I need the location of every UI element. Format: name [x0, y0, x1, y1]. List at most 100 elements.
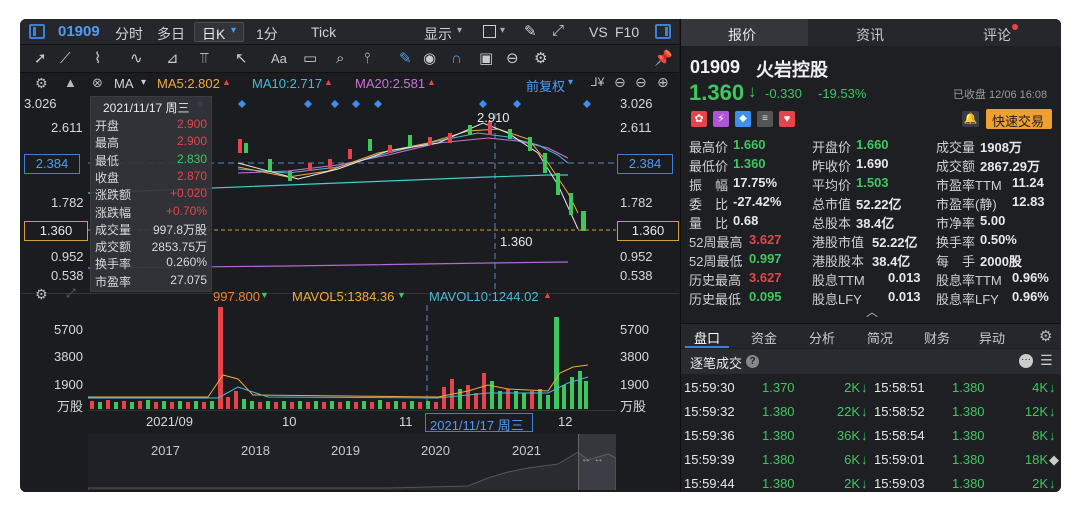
quote-value: 0.50%: [980, 232, 1017, 247]
chart-settings-icon[interactable]: ⚙: [35, 75, 48, 92]
quote-value: 0.095: [749, 289, 782, 304]
down-arrow-icon: ↓: [1049, 380, 1056, 395]
time-navigator[interactable]: 2017 2018 2019 2020 2021 ↔ ↔: [88, 434, 616, 490]
comment-icon[interactable]: ▭: [303, 45, 317, 73]
settings-icon[interactable]: ⚙: [1039, 327, 1052, 345]
measure-tool-icon[interactable]: ⫪: [200, 45, 208, 73]
lock-icon[interactable]: ∩: [451, 45, 462, 73]
display-menu[interactable]: 显示: [424, 24, 452, 44]
zoom-in-icon[interactable]: ⊖: [635, 74, 647, 91]
eye-icon[interactable]: ◉: [423, 45, 436, 73]
tick-time: 15:59:01: [874, 452, 925, 467]
arrow-tool-icon[interactable]: ↖: [235, 45, 248, 73]
tick-row: 15:59:44 1.380 2K 15:59:03 1.380 2K ↓ ↓: [681, 472, 1061, 492]
tick-time: 15:58:52: [874, 404, 925, 419]
trash-icon[interactable]: ▣: [479, 45, 493, 73]
quote-value: 1.690: [856, 156, 889, 171]
quote-label: 最低价: [689, 159, 729, 174]
tick-volume: 12K: [1024, 404, 1048, 419]
ticks-title: 逐笔成交: [690, 356, 743, 371]
quick-trade-button[interactable]: 快速交易: [986, 109, 1052, 129]
price-change-pct: -19.53%: [818, 86, 867, 101]
tooltip-value: 27.075: [170, 272, 207, 287]
tick-volume: 36K: [836, 428, 860, 443]
price-tick-label-right: 0.952: [620, 249, 653, 264]
down-arrow-icon: ↓: [1049, 476, 1056, 491]
tick-price: 1.380: [952, 452, 985, 467]
brush-icon[interactable]: ✎: [399, 45, 412, 73]
cursor-icon[interactable]: ➚: [34, 45, 47, 73]
fib-tool-icon[interactable]: ⊿: [166, 45, 179, 73]
margin-icon: ⚡: [713, 111, 729, 127]
magnet-icon[interactable]: ⫯: [364, 45, 371, 73]
tick-volume: 2K: [844, 380, 860, 395]
ma5-label: MA5:2.802: [157, 76, 220, 91]
drag-handle-icon[interactable]: ↔ ↔: [581, 454, 604, 465]
tick-price: 1.380: [952, 404, 985, 419]
quote-value: 1908万: [980, 140, 1022, 155]
quote-value: 52.22亿: [872, 235, 918, 250]
subtab-5[interactable]: 异动: [979, 328, 1005, 347]
resize-icon[interactable]: ⤢: [66, 286, 76, 301]
subtab-2[interactable]: 分析: [809, 328, 835, 347]
favorite-heart-icon[interactable]: ♥: [779, 111, 795, 127]
tab-tick[interactable]: Tick: [311, 24, 336, 40]
navigator-window[interactable]: ↔ ↔: [578, 434, 616, 490]
line-tool-icon[interactable]: ⟋: [60, 45, 71, 73]
pen-icon[interactable]: ✎: [524, 22, 537, 40]
polyline-tool-icon[interactable]: ⌇: [94, 45, 101, 73]
tick-price: 1.380: [762, 476, 795, 491]
subtab-1[interactable]: 资金: [751, 328, 777, 347]
mavol5-label: MAVOL5:1384.36: [292, 289, 395, 304]
quote-label: 市净率: [936, 216, 976, 231]
down-arrow-icon: ↓: [861, 380, 868, 395]
period-select[interactable]: 日K ▾: [194, 22, 244, 42]
volume-settings-icon[interactable]: ⚙: [35, 286, 48, 303]
ticks-header: 逐笔成交 ? ··· ☰: [681, 349, 1061, 374]
ma-indicator-select[interactable]: MA: [114, 76, 134, 91]
tab-intraday[interactable]: 分时: [115, 24, 143, 44]
fullscreen-icon[interactable]: ⊕: [657, 74, 669, 91]
last-price: 1.360: [689, 80, 745, 105]
quote-label: 历史最低: [689, 292, 742, 307]
search-icon[interactable]: ⌕: [336, 45, 344, 73]
kline-chart[interactable]: ⚙ ▲ ⊗ MA ▾ MA5:2.802 ▲ MA10:2.717 ▲ MA20…: [20, 73, 679, 492]
panel-toggle-icon[interactable]: [655, 24, 671, 39]
move-up-icon[interactable]: ▲: [64, 75, 77, 90]
log-scale-icon[interactable]: ⅃¥: [591, 75, 604, 89]
drawing-toolbar: ➚ ⟋ ⌇ ∿ ⊿ ⫪ ↖ Aa ▭ ⌕ ⫯ ✎ ◉ ∩ ▣ ⊖ ⚙ 📌: [20, 45, 679, 73]
tab-quote[interactable]: 报价: [681, 19, 808, 46]
tab-comments[interactable]: 评论: [983, 25, 1011, 45]
wave-tool-icon[interactable]: ∿: [130, 45, 143, 73]
close-icon[interactable]: ⊗: [92, 75, 103, 91]
collapse-chevron-icon[interactable]: ︿: [866, 303, 878, 320]
subtab-0[interactable]: 盘口: [694, 328, 720, 347]
more-icon[interactable]: ···: [1019, 354, 1033, 368]
help-icon[interactable]: ?: [746, 355, 759, 368]
list-view-icon[interactable]: ☰: [1040, 352, 1053, 369]
quote-label: 股息率TTM: [936, 273, 1002, 288]
price-tick-label-right: 2.611: [620, 120, 652, 135]
note-icon[interactable]: ≡: [757, 111, 773, 127]
text-tool-icon[interactable]: Aa: [271, 45, 287, 73]
settings-icon[interactable]: ⚙: [534, 45, 547, 73]
ticks-list: 15:59:30 1.370 2K 15:58:51 1.380 4K ↓ ↓ 15:59:32…: [681, 376, 1061, 492]
subtab-4[interactable]: 财务: [924, 328, 950, 347]
bell-icon[interactable]: 🔔: [962, 111, 979, 127]
tab-news[interactable]: 资讯: [856, 25, 884, 45]
link-icon[interactable]: ⊖: [506, 45, 519, 73]
vs-button[interactable]: VS: [589, 24, 608, 40]
pin-icon[interactable]: 📌: [654, 45, 673, 73]
subtab-3[interactable]: 简况: [867, 328, 893, 347]
sidebar-toggle-icon[interactable]: [29, 24, 45, 39]
quote-value: 0.013: [888, 289, 921, 304]
tab-multiday[interactable]: 多日: [157, 24, 185, 44]
zoom-out-icon[interactable]: ⊖: [614, 74, 626, 91]
quote-value: 1.660: [856, 137, 889, 152]
ma20-label: MA20:2.581: [355, 76, 426, 91]
f10-button[interactable]: F10: [615, 24, 639, 40]
checkbox-icon[interactable]: [483, 25, 496, 38]
expand-icon[interactable]: ⤢: [552, 22, 564, 39]
tab-1min[interactable]: 1分: [256, 24, 278, 44]
last-price-right: 1.360: [617, 221, 679, 241]
